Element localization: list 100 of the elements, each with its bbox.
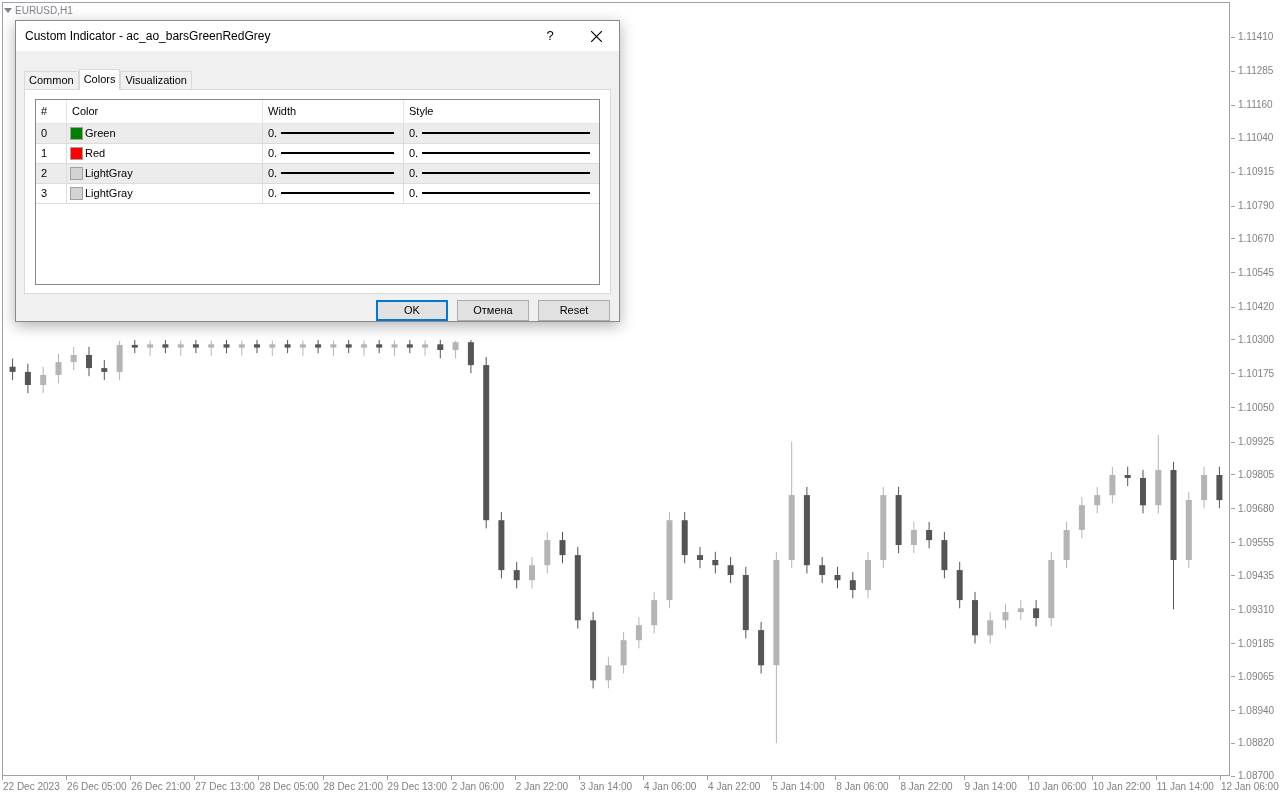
table-cell: 0: [36, 123, 67, 143]
tab[interactable]: Colors: [78, 68, 121, 90]
time-axis-label: 8 Jan 22:00: [900, 781, 953, 793]
time-axis-label: 4 Jan 06:00: [644, 781, 697, 793]
table-cell[interactable]: 0.: [268, 144, 278, 162]
table-cell: 3: [36, 183, 67, 203]
price-axis-label: 1.09185: [1238, 637, 1275, 650]
column-header[interactable]: #: [36, 99, 67, 123]
price-axis-label: 1.11160: [1238, 99, 1273, 112]
time-axis-label: 9 Jan 14:00: [964, 781, 1017, 793]
candlestick: [1124, 466, 1131, 487]
price-axis-label: 1.11285: [1238, 65, 1274, 78]
time-axis-label: 10 Jan 06:00: [1028, 781, 1087, 793]
table-cell[interactable]: 0.: [268, 124, 278, 142]
candlestick: [192, 340, 199, 354]
candlestick: [605, 656, 612, 690]
table-cell[interactable]: 0.: [409, 184, 419, 202]
candlestick: [513, 561, 520, 590]
price-axis-label: 1.09435: [1238, 569, 1275, 582]
price-axis-label: 1.10790: [1238, 200, 1275, 213]
close-icon: [590, 30, 602, 42]
candlestick: [437, 340, 444, 360]
price-axis-label: 1.09065: [1238, 670, 1275, 683]
table-cell[interactable]: 0.: [409, 144, 419, 162]
dialog-button[interactable]: Reset: [538, 300, 610, 321]
price-axis-label: 1.08940: [1238, 704, 1275, 717]
dropdown-triangle-icon[interactable]: [4, 8, 12, 13]
candlestick: [1017, 599, 1024, 622]
candlestick: [1109, 466, 1116, 505]
candlestick: [1094, 486, 1101, 515]
candlestick: [147, 340, 154, 357]
table-cell[interactable]: Red: [85, 144, 106, 162]
color-swatch[interactable]: [70, 186, 83, 200]
price-axis-label: 1.09555: [1238, 536, 1275, 549]
table-cell[interactable]: LightGray: [85, 164, 133, 182]
price-axis-label: 1.10420: [1238, 301, 1275, 313]
time-axis-label: 5 Jan 14:00: [772, 781, 825, 793]
tab[interactable]: Common: [24, 70, 79, 89]
price-axis-label: 1.10545: [1238, 266, 1275, 279]
candlestick: [910, 521, 917, 554]
candlestick: [926, 521, 933, 550]
candlestick: [101, 359, 108, 381]
candlestick: [1002, 603, 1009, 630]
time-axis-label: 27 Dec 13:00: [195, 781, 255, 793]
candlestick: [70, 346, 77, 371]
table-cell[interactable]: 0.: [409, 164, 419, 182]
help-button[interactable]: ?: [527, 21, 573, 51]
table-cell[interactable]: LightGray: [85, 184, 133, 202]
time-axis-label: 28 Dec 21:00: [323, 781, 383, 793]
time-axis-label: 28 Dec 05:00: [259, 781, 319, 793]
column-header[interactable]: Width: [263, 99, 404, 123]
candlestick: [422, 340, 429, 357]
table-cell[interactable]: Green: [85, 124, 116, 142]
time-axis-label: 3 Jan 14:00: [579, 781, 633, 793]
candlestick: [834, 566, 841, 590]
time-axis-label: 8 Jan 06:00: [836, 781, 889, 793]
price-axis-label: 1.10915: [1238, 166, 1275, 179]
price-axis-label: 1.09310: [1238, 603, 1275, 616]
candlestick: [299, 340, 306, 357]
table-cell[interactable]: 0.: [409, 124, 419, 142]
time-axis-label: 22 Dec 2023: [3, 781, 60, 793]
dialog-button[interactable]: OK: [376, 300, 448, 321]
candlestick: [361, 340, 367, 357]
candlestick: [697, 546, 703, 569]
candlestick: [55, 353, 62, 384]
price-axis-label: 1.10300: [1238, 333, 1275, 346]
candlestick: [849, 571, 856, 599]
candlestick: [559, 531, 566, 565]
time-axis-label: 2 Jan 06:00: [451, 781, 504, 793]
candlestick: [40, 366, 47, 394]
column-header[interactable]: Style: [404, 99, 599, 123]
candlestick: [315, 340, 322, 354]
price-axis-label: 1.11040: [1238, 132, 1274, 144]
dialog-title: Custom Indicator - ac_ao_barsGreenRedGrey: [25, 28, 272, 45]
price-axis-label: 1.11410: [1238, 31, 1274, 44]
time-axis-label: 2 Jan 22:00: [515, 781, 569, 793]
table-cell: 2: [36, 163, 67, 183]
time-axis-label: 4 Jan 22:00: [708, 781, 761, 793]
price-axis-label: 1.10050: [1238, 401, 1275, 414]
time-axis-label: 10 Jan 22:00: [1092, 781, 1151, 793]
candlestick: [529, 556, 535, 590]
candlestick: [712, 551, 719, 575]
candlestick: [254, 340, 260, 354]
price-axis-label: 1.10670: [1238, 232, 1275, 245]
candlestick: [819, 556, 826, 584]
price-axis-label: 1.09805: [1238, 468, 1275, 481]
tab[interactable]: Visualization: [120, 70, 192, 89]
candlestick: [86, 346, 92, 377]
table-cell[interactable]: 0.: [268, 184, 278, 202]
color-swatch[interactable]: [70, 166, 83, 180]
candlestick: [1033, 599, 1040, 628]
column-header[interactable]: Color: [67, 99, 263, 123]
time-axis-label: 29 Dec 13:00: [387, 781, 448, 793]
dialog-button[interactable]: Отмена: [457, 300, 529, 321]
candlestick: [467, 340, 474, 374]
color-swatch[interactable]: [70, 126, 83, 140]
price-axis-label: 1.08700: [1238, 770, 1275, 782]
color-swatch[interactable]: [70, 146, 83, 160]
table-cell[interactable]: 0.: [268, 164, 278, 182]
candlestick: [987, 611, 994, 645]
